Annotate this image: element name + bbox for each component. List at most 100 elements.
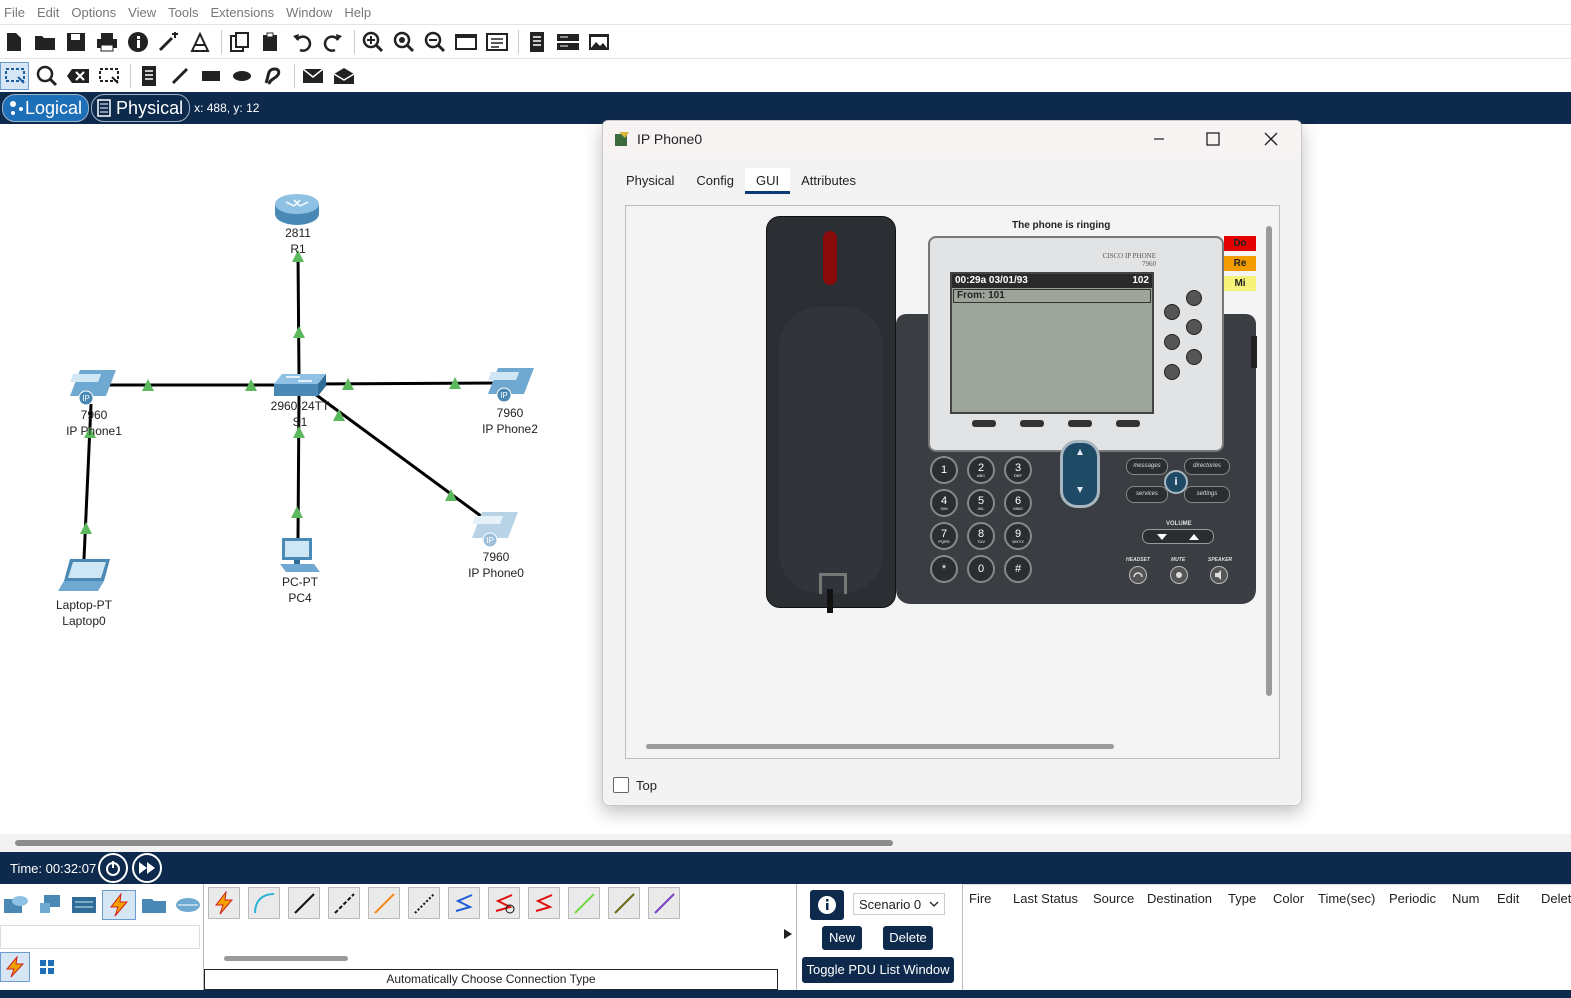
close-button[interactable]	[1259, 127, 1283, 151]
scrollbar-thumb[interactable]	[15, 840, 893, 846]
device-search-box[interactable]	[0, 925, 200, 949]
softkey-1[interactable]	[972, 420, 996, 427]
fast-forward-button[interactable]	[132, 853, 163, 883]
volume-rocker[interactable]	[1142, 529, 1214, 544]
menu-options[interactable]: Options	[67, 5, 124, 20]
line-button-4[interactable]	[1164, 334, 1180, 350]
pdu-list-icon[interactable]	[523, 29, 550, 55]
auto-connection-button[interactable]	[208, 887, 240, 919]
phone-cable-button[interactable]	[408, 887, 440, 919]
zoom-in-icon[interactable]	[359, 29, 386, 55]
keypad-button[interactable]: 4 GHI	[930, 489, 958, 517]
print-icon[interactable]	[93, 29, 120, 55]
zoom-out-icon[interactable]	[421, 29, 448, 55]
keypad-button[interactable]: 1	[930, 456, 958, 484]
toggle-pdu-list-button[interactable]: Toggle PDU List Window	[802, 957, 954, 983]
keypad-button[interactable]: 0	[967, 555, 995, 583]
ip-phone1-icon[interactable]: IP	[66, 366, 120, 406]
wizard-icon[interactable]	[155, 29, 182, 55]
window-titlebar[interactable]: IP Phone0	[603, 121, 1301, 157]
open-icon[interactable]	[31, 29, 58, 55]
line-button-3[interactable]	[1186, 319, 1202, 335]
octal-button[interactable]	[568, 887, 600, 919]
connections-category[interactable]	[102, 890, 136, 920]
drawing-palette-icon[interactable]	[452, 29, 479, 55]
keypad-button[interactable]: 2 ABC	[967, 456, 995, 484]
zoom-reset-icon[interactable]	[390, 29, 417, 55]
screenshot-icon[interactable]	[585, 29, 612, 55]
laptop-icon[interactable]	[58, 557, 114, 597]
switch-icon[interactable]	[272, 372, 328, 398]
line-draw-icon[interactable]	[166, 63, 193, 89]
scenario-select[interactable]: Scenario 0	[853, 893, 945, 915]
menu-window[interactable]: Window	[282, 5, 340, 20]
end-devices-category[interactable]	[34, 890, 66, 918]
tab-physical[interactable]: Physical	[91, 94, 191, 122]
delete-icon[interactable]	[64, 63, 91, 89]
network-info-icon[interactable]	[186, 29, 213, 55]
straight-through-button[interactable]	[288, 887, 320, 919]
serial-dte-button[interactable]	[528, 887, 560, 919]
link-switch-phone2[interactable]	[309, 381, 501, 386]
new-icon[interactable]	[0, 29, 27, 55]
phone-handset[interactable]	[766, 216, 896, 613]
menu-view[interactable]: View	[124, 5, 164, 20]
scenario-info-button[interactable]	[810, 890, 844, 920]
inspect-icon[interactable]	[33, 63, 60, 89]
coaxial-button[interactable]	[448, 887, 480, 919]
keypad-button[interactable]: 5 JKL	[967, 489, 995, 517]
side-button-do[interactable]: Do	[1224, 236, 1256, 251]
miscellaneous-category[interactable]	[138, 890, 170, 918]
speaker-button[interactable]	[1210, 566, 1228, 584]
new-scenario-button[interactable]: New	[822, 926, 862, 950]
tab-physical[interactable]: Physical	[615, 168, 685, 194]
minimize-button[interactable]	[1147, 127, 1171, 151]
messages-button[interactable]: messages	[1126, 458, 1168, 475]
keypad-button[interactable]: *	[930, 555, 958, 583]
pc-icon[interactable]	[278, 536, 322, 576]
connection-types-scrollbar[interactable]	[224, 956, 348, 961]
line-button-2[interactable]	[1164, 304, 1180, 320]
keypad-button[interactable]: 7 PQRS	[930, 522, 958, 550]
menu-extensions[interactable]: Extensions	[206, 5, 282, 20]
tab-gui[interactable]: GUI	[745, 168, 791, 194]
navigation-rocker[interactable]	[1060, 440, 1100, 508]
resize-icon[interactable]	[95, 63, 122, 89]
grid-view-button[interactable]	[38, 958, 56, 976]
headset-button[interactable]	[1129, 566, 1147, 584]
power-cycle-button[interactable]	[98, 853, 129, 883]
line-button-1[interactable]	[1186, 290, 1202, 306]
softkey-4[interactable]	[1116, 420, 1140, 427]
keypad-button[interactable]: 6 MNO	[1004, 489, 1032, 517]
side-button-re[interactable]: Re	[1224, 256, 1256, 271]
router-icon[interactable]	[274, 194, 320, 226]
softkey-2[interactable]	[1020, 420, 1044, 427]
select-icon[interactable]	[0, 62, 29, 90]
link-router-switch[interactable]	[296, 253, 301, 377]
freeform-icon[interactable]	[259, 63, 286, 89]
settings-button[interactable]: settings	[1184, 486, 1230, 503]
line-button-6[interactable]	[1164, 364, 1180, 380]
save-icon[interactable]	[62, 29, 89, 55]
info-icon[interactable]	[124, 29, 151, 55]
workspace-horizontal-scrollbar[interactable]	[0, 834, 1571, 852]
complex-pdu-icon[interactable]	[330, 63, 357, 89]
crossover-button[interactable]	[328, 887, 360, 919]
fiber-button[interactable]	[368, 887, 400, 919]
components-category[interactable]	[68, 890, 100, 918]
menu-tools[interactable]: Tools	[164, 5, 206, 20]
softkey-3[interactable]	[1068, 420, 1092, 427]
maximize-button[interactable]	[1201, 127, 1225, 151]
menu-edit[interactable]: Edit	[33, 5, 67, 20]
ip-phone0-icon[interactable]: IP	[468, 508, 522, 550]
gui-vertical-scrollbar[interactable]	[1266, 226, 1272, 696]
cluster-icon[interactable]	[554, 29, 581, 55]
redo-icon[interactable]	[319, 29, 346, 55]
tab-config[interactable]: Config	[685, 168, 745, 194]
rectangle-icon[interactable]	[197, 63, 224, 89]
side-button-mi[interactable]: Mi	[1224, 276, 1256, 291]
ip-phone2-icon[interactable]: IP	[484, 364, 538, 404]
multiuser-category[interactable]	[172, 890, 204, 918]
note-icon[interactable]	[135, 63, 162, 89]
simple-pdu-icon[interactable]	[299, 63, 326, 89]
